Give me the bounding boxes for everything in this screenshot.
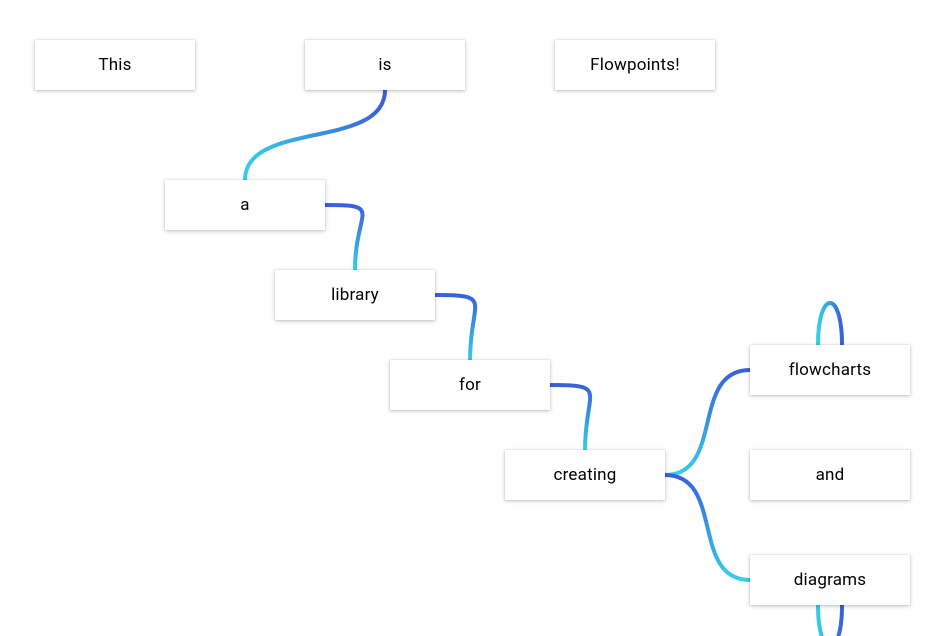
node-a[interactable]: a <box>165 180 325 230</box>
node-diagrams[interactable]: diagrams <box>750 555 910 605</box>
node-label: a <box>240 195 249 215</box>
node-and[interactable]: and <box>750 450 910 500</box>
node-label: This <box>98 55 131 75</box>
edges-layer <box>0 0 949 636</box>
node-creating[interactable]: creating <box>505 450 665 500</box>
edge-e-fc-loop <box>818 303 842 345</box>
flow-canvas[interactable]: This is Flowpoints! a library for creati… <box>0 0 949 636</box>
edge-e-for-crea <box>550 385 590 450</box>
node-label: creating <box>554 465 617 485</box>
node-label: diagrams <box>794 570 866 590</box>
edge-e-diag-loop <box>818 605 842 636</box>
edge-e-a-lib <box>325 205 363 270</box>
edge-e-crea-diag <box>665 475 750 580</box>
node-label: is <box>378 55 391 75</box>
node-library[interactable]: library <box>275 270 435 320</box>
node-label: flowcharts <box>789 360 872 380</box>
node-label: library <box>331 285 379 305</box>
node-label: Flowpoints! <box>590 55 680 75</box>
edge-e-is-a <box>245 90 385 180</box>
node-this[interactable]: This <box>35 40 195 90</box>
node-for[interactable]: for <box>390 360 550 410</box>
node-flowcharts[interactable]: flowcharts <box>750 345 910 395</box>
node-flowpoints[interactable]: Flowpoints! <box>555 40 715 90</box>
edge-e-crea-fc <box>665 370 750 475</box>
node-label: for <box>459 375 481 395</box>
node-is[interactable]: is <box>305 40 465 90</box>
node-label: and <box>816 465 845 485</box>
edge-e-lib-for <box>435 295 475 360</box>
